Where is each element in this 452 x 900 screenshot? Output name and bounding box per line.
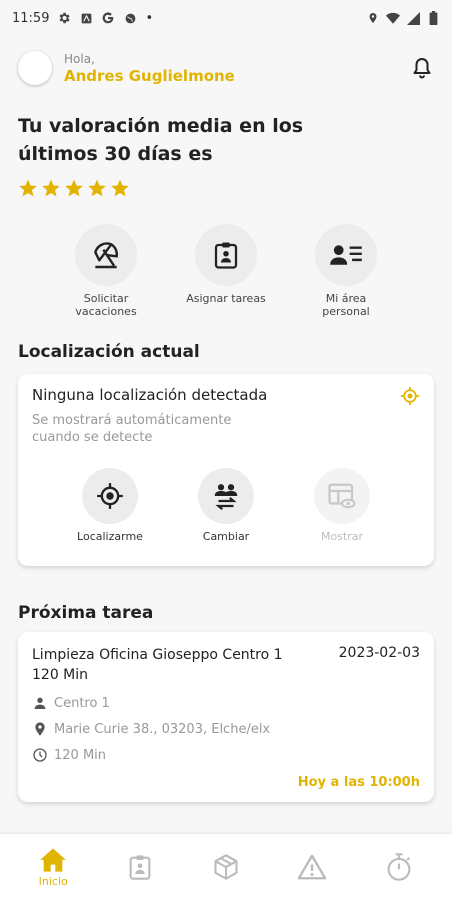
wifi-icon — [386, 11, 400, 25]
location-card: Ninguna localización detectada Se mostra… — [18, 374, 434, 566]
task-address: Marie Curie 38., 03203, Elche/elx — [54, 721, 271, 737]
header: Hola, Andres Guglielmone — [18, 48, 434, 88]
google-icon — [101, 11, 115, 25]
location-pin-icon — [32, 721, 48, 737]
rating-title: Tu valoración media en los últimos 30 dí… — [18, 115, 304, 165]
nav-home-label: Inicio — [38, 874, 68, 888]
stopwatch-icon — [387, 853, 411, 881]
locate-me-button[interactable]: Localizarme — [77, 468, 143, 543]
signal-icon — [406, 11, 420, 25]
box-icon — [214, 854, 238, 880]
personal-area-label: Mi área personal — [322, 292, 370, 318]
nav-inventory[interactable] — [196, 834, 256, 900]
nav-home[interactable]: Inicio — [23, 834, 83, 900]
greeting-block: Hola, Andres Guglielmone — [64, 52, 235, 85]
task-name: Limpieza Oficina Gioseppo Centro 1 120 M… — [32, 647, 283, 683]
location-status: Ninguna localización detectada — [32, 386, 268, 404]
location-section-title: Localización actual — [18, 342, 200, 362]
change-location-button[interactable]: Cambiar — [197, 468, 255, 543]
assign-tasks-label: Asignar tareas — [186, 292, 266, 305]
bottom-nav: Inicio — [0, 834, 452, 900]
gps-target-icon[interactable] — [400, 386, 420, 406]
clipboard-user-icon — [214, 242, 238, 269]
location-icon — [366, 11, 380, 25]
nav-tasks[interactable] — [110, 834, 170, 900]
rating-stars — [18, 178, 130, 198]
task-address-row: Marie Curie 38., 03203, Elche/elx — [32, 721, 270, 737]
task-center-row: Centro 1 — [32, 695, 110, 711]
show-map-button[interactable]: Mostrar — [313, 468, 371, 543]
star-icon — [111, 179, 129, 197]
star-icon — [19, 179, 37, 197]
globe-icon — [123, 11, 137, 25]
star-icon — [88, 179, 106, 197]
nav-incidents[interactable] — [282, 834, 342, 900]
assign-tasks-button[interactable]: Asignar tareas — [186, 224, 266, 318]
umbrella-icon — [94, 242, 118, 269]
greeting-text: Hola, — [64, 51, 95, 66]
request-vacation-button[interactable]: Solicitar vacaciones — [74, 224, 138, 318]
task-center: Centro 1 — [54, 695, 110, 711]
task-duration-row: 120 Min — [32, 747, 106, 763]
contact-card-icon — [330, 245, 362, 265]
status-dot: • — [145, 10, 154, 26]
clipboard-icon — [129, 855, 150, 880]
personal-area-button[interactable]: Mi área personal — [314, 224, 378, 318]
settings-icon — [57, 11, 71, 25]
request-vacation-label: Solicitar vacaciones — [75, 292, 137, 318]
show-map-label: Mostrar — [320, 530, 364, 543]
warning-icon — [298, 854, 327, 880]
status-bar: 11:59 • — [0, 0, 452, 36]
task-duration: 120 Min — [54, 747, 107, 763]
location-hint: Se mostrará automáticamente cuando se de… — [32, 413, 232, 445]
task-when: Hoy a las 10:00h — [297, 775, 420, 790]
personal-area-circle[interactable] — [315, 224, 377, 286]
change-location-circle[interactable] — [198, 468, 254, 524]
locate-me-label: Localizarme — [77, 530, 143, 543]
person-icon — [32, 695, 48, 711]
map-view-icon — [328, 483, 356, 509]
star-icon — [42, 179, 60, 197]
status-time: 11:59 — [12, 10, 50, 26]
clock-icon — [32, 747, 48, 763]
crosshair-icon — [97, 483, 123, 509]
locate-me-circle[interactable] — [82, 468, 138, 524]
bell-icon[interactable] — [410, 56, 434, 80]
next-task-section-title: Próxima tarea — [18, 603, 154, 623]
app-notification-icon — [79, 11, 93, 25]
nav-timer[interactable] — [369, 834, 429, 900]
user-name: Andres Guglielmone — [64, 66, 235, 85]
home-icon — [40, 847, 67, 872]
star-icon — [65, 179, 83, 197]
request-vacation-circle[interactable] — [75, 224, 137, 286]
task-date: 2023-02-03 — [338, 645, 420, 661]
change-location-label: Cambiar — [202, 530, 250, 543]
quick-actions: Solicitar vacaciones Asignar tareas Mi á… — [0, 224, 452, 318]
next-task-card[interactable]: Limpieza Oficina Gioseppo Centro 1 120 M… — [18, 632, 434, 802]
battery-icon — [426, 11, 440, 25]
avatar[interactable] — [18, 51, 52, 85]
assign-tasks-circle[interactable] — [195, 224, 257, 286]
location-actions: Localizarme Cambiar Mostrar — [18, 468, 434, 543]
people-swap-icon — [214, 484, 238, 510]
show-map-circle[interactable] — [314, 468, 370, 524]
